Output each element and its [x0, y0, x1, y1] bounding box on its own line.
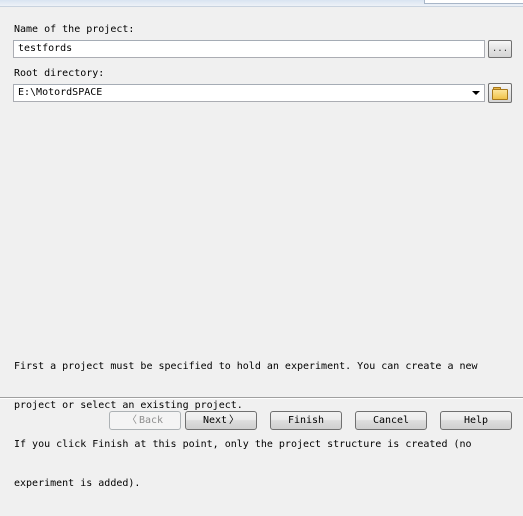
- chevron-left-icon: 〈: [126, 414, 137, 426]
- finish-button-label: Finish: [287, 414, 325, 426]
- root-directory-combobox[interactable]: E:\MotordSPACE: [13, 84, 485, 102]
- window-top-tab: [424, 0, 523, 4]
- browse-ellipsis-icon: ...: [491, 44, 509, 54]
- next-button-label: Next: [202, 414, 228, 426]
- project-name-label: Name of the project:: [14, 24, 135, 35]
- info-line: If you click Finish at this point, only …: [14, 439, 472, 450]
- info-line: First a project must be specified to hol…: [14, 361, 478, 372]
- cancel-button[interactable]: Cancel: [355, 411, 427, 430]
- footer-separator: [0, 397, 523, 399]
- root-directory-browse-button[interactable]: [488, 83, 512, 103]
- root-directory-value: E:\MotordSPACE: [18, 87, 103, 98]
- info-text: First a project must be specified to hol…: [14, 334, 514, 516]
- info-line: project or select an existing project.: [14, 400, 243, 411]
- finish-button[interactable]: Finish: [270, 411, 342, 430]
- project-name-value: testfords: [18, 43, 73, 54]
- back-button[interactable]: 〈 Back: [109, 411, 181, 430]
- help-button[interactable]: Help: [440, 411, 512, 430]
- project-wizard-page: Name of the project: testfords ... Root …: [0, 0, 523, 489]
- chevron-right-icon: 〉: [229, 414, 240, 426]
- info-line: experiment is added).: [14, 478, 141, 489]
- folder-icon: [492, 87, 508, 100]
- next-button[interactable]: Next 〉: [185, 411, 257, 430]
- root-directory-label: Root directory:: [14, 68, 105, 79]
- project-name-input[interactable]: testfords: [13, 40, 485, 58]
- cancel-button-label: Cancel: [372, 414, 410, 426]
- chevron-down-icon[interactable]: [472, 91, 480, 95]
- back-button-label: Back: [138, 414, 164, 426]
- project-browse-button[interactable]: ...: [488, 40, 512, 58]
- help-button-label: Help: [463, 414, 489, 426]
